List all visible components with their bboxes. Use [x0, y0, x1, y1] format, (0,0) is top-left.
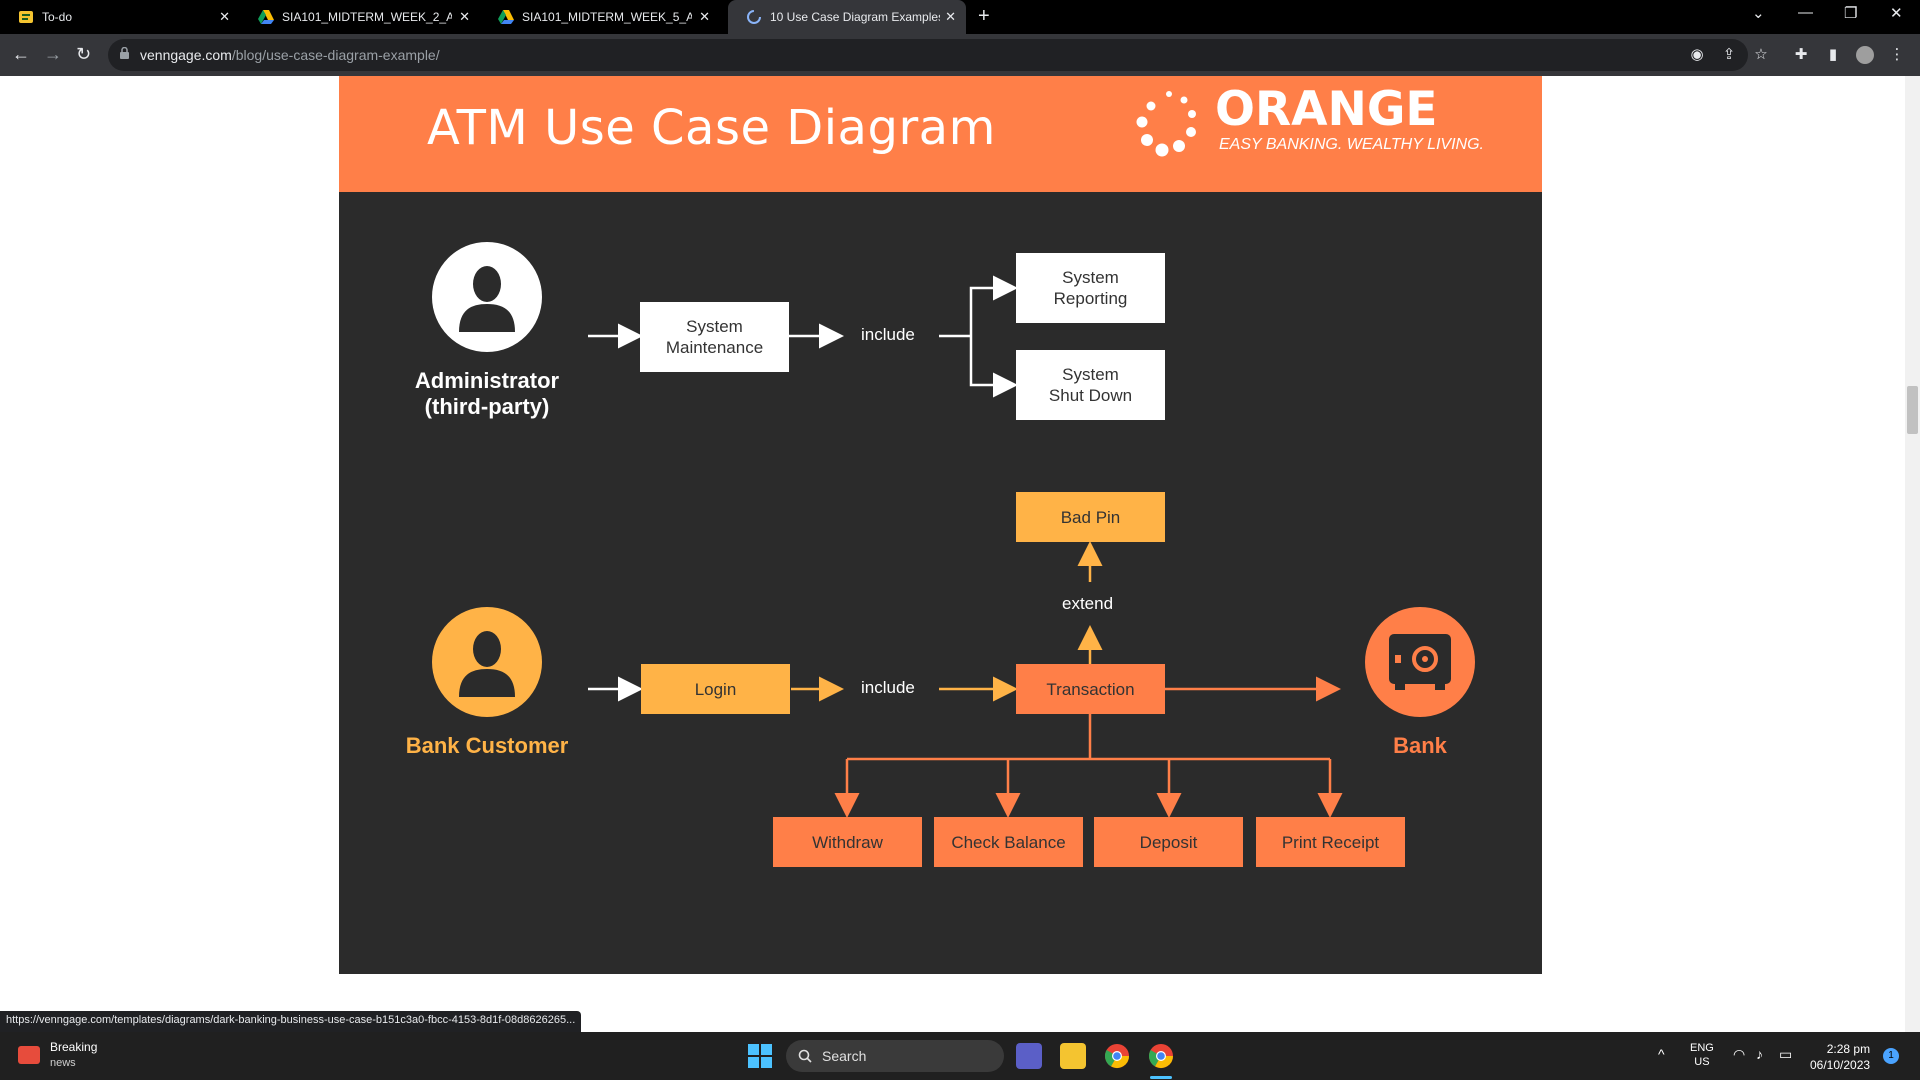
back-icon[interactable]: ← [12, 44, 30, 65]
tab-close-icon[interactable]: ✕ [459, 9, 470, 25]
url-text: venngage.com/blog/use-case-diagram-examp… [140, 47, 440, 63]
loading-favicon-icon [747, 10, 761, 24]
web-page: ATM Use Case Diagram ORANGE EASY BANKING… [0, 76, 1905, 1032]
use-case-bad-pin: Bad Pin [1016, 492, 1165, 542]
file-explorer-icon[interactable] [1060, 1043, 1086, 1069]
tab-title: SIA101_MIDTERM_WEEK_5_ASSI [522, 10, 692, 24]
teams-chat-icon[interactable] [1016, 1043, 1042, 1069]
chrome-profile-icon[interactable] [1148, 1043, 1174, 1069]
chrome-menu-icon[interactable]: ⋮ [1888, 46, 1906, 64]
forward-icon[interactable]: → [44, 44, 62, 65]
include-label-admin: include [861, 325, 915, 344]
news-widget-subtitle: news [50, 1057, 76, 1069]
customer-actor-avatar [432, 607, 542, 717]
windows-start-icon[interactable] [748, 1044, 772, 1068]
volume-icon[interactable]: ♪ [1756, 1047, 1763, 1061]
customer-actor-label: Bank Customer [405, 733, 569, 758]
page-scrollbar[interactable] [1905, 76, 1920, 1032]
scrollbar-thumb[interactable] [1907, 386, 1918, 434]
tab-close-icon[interactable]: ✕ [699, 9, 710, 25]
clock-date: 06/10/2023 [1810, 1058, 1871, 1072]
notification-badge[interactable]: 1 [1883, 1048, 1899, 1064]
extensions-icon[interactable]: ✚ [1792, 46, 1810, 64]
person-icon [459, 631, 515, 697]
tab-week5[interactable]: SIA101_MIDTERM_WEEK_5_ASSI ✕ [480, 0, 720, 34]
tray-overflow-chevron-icon[interactable]: ^ [1658, 1047, 1665, 1061]
use-case-system-shutdown: System Shut Down [1016, 350, 1165, 420]
language-code: ENG [1690, 1042, 1714, 1054]
reload-icon[interactable]: ↻ [76, 44, 91, 65]
admin-actor-label: Administrator (third-party) [414, 368, 560, 419]
bookmark-star-icon[interactable]: ☆ [1752, 46, 1770, 64]
tab-close-icon[interactable]: ✕ [945, 9, 956, 25]
person-icon [459, 266, 515, 332]
url-path: /blog/use-case-diagram-example/ [231, 47, 440, 63]
use-case-withdraw: Withdraw [773, 817, 922, 867]
google-drive-icon [258, 10, 274, 24]
bank-actor-label: Bank [1393, 733, 1447, 758]
tab-title: SIA101_MIDTERM_WEEK_2_ASSI [282, 10, 452, 24]
tab-todo[interactable]: To-do ✕ [0, 0, 240, 34]
region-code: US [1694, 1056, 1710, 1068]
windows-taskbar: Breaking news Search ^ ENG US ◠ ♪ ▭ 2:28… [0, 1032, 1920, 1080]
search-label: Search [822, 1048, 867, 1064]
news-widget-title[interactable]: Breaking [50, 1040, 97, 1054]
search-icon [798, 1049, 812, 1063]
news-widget-icon[interactable] [18, 1046, 40, 1064]
clock-time: 2:28 pm [1826, 1042, 1871, 1056]
clock[interactable]: 2:28 pm 06/10/2023 [1810, 1041, 1870, 1073]
use-case-check-balance: Check Balance [934, 817, 1083, 867]
language-indicator[interactable]: ENG US [1690, 1041, 1714, 1069]
link-hover-status-url: https://venngage.com/templates/diagrams/… [0, 1011, 582, 1032]
arrow-branch-to-shutdown [969, 336, 1018, 398]
google-drive-icon [498, 10, 514, 24]
profile-avatar[interactable] [1856, 46, 1874, 64]
taskbar-search[interactable]: Search [786, 1040, 1004, 1072]
arrow-branch-to-reporting [969, 275, 1018, 336]
todo-favicon-icon [19, 11, 33, 23]
use-case-system-maintenance: System Maintenance [640, 302, 789, 372]
chrome-icon[interactable] [1104, 1043, 1130, 1069]
atm-use-case-diagram[interactable]: ATM Use Case Diagram ORANGE EASY BANKING… [339, 76, 1542, 974]
admin-actor-avatar [432, 242, 542, 352]
side-panel-icon[interactable]: ▮ [1824, 46, 1842, 64]
use-case-system-reporting: System Reporting [1016, 253, 1165, 323]
tab-title: 10 Use Case Diagram Examples ( [770, 10, 940, 24]
tab-search-icon[interactable]: ⌄ [1752, 4, 1765, 22]
close-window-button[interactable]: ✕ [1890, 4, 1903, 22]
safe-vault-icon [1389, 634, 1451, 690]
minimize-button[interactable]: — [1798, 4, 1813, 21]
use-case-print-receipt: Print Receipt [1256, 817, 1405, 867]
address-bar[interactable]: venngage.com/blog/use-case-diagram-examp… [108, 39, 1748, 71]
use-case-login: Login [641, 664, 790, 714]
tab-title: To-do [42, 10, 73, 24]
share-icon[interactable]: ⇪ [1720, 46, 1738, 64]
tab-use-case-diagram[interactable]: 10 Use Case Diagram Examples ( ✕ [728, 0, 966, 34]
use-case-deposit: Deposit [1094, 817, 1243, 867]
use-case-transaction: Transaction [1016, 664, 1165, 714]
battery-icon[interactable]: ▭ [1779, 1047, 1792, 1061]
tab-strip: To-do ✕ SIA101_MIDTERM_WEEK_2_ASSI ✕ SIA… [0, 0, 1920, 34]
bank-actor-avatar [1365, 607, 1475, 717]
active-app-indicator [1150, 1076, 1172, 1079]
include-label-customer: include [861, 678, 915, 697]
url-domain: venngage.com [140, 47, 232, 63]
wifi-icon[interactable]: ◠ [1733, 1047, 1745, 1061]
tab-close-icon[interactable]: ✕ [219, 9, 230, 25]
google-lens-icon[interactable]: ◉ [1688, 46, 1706, 64]
new-tab-button[interactable]: + [978, 5, 990, 28]
restore-button[interactable]: ❐ [1844, 4, 1857, 22]
extend-label: extend [1062, 594, 1114, 613]
browser-toolbar: ← → ↻ venngage.com/blog/use-case-diagram… [0, 34, 1920, 76]
tab-week2[interactable]: SIA101_MIDTERM_WEEK_2_ASSI ✕ [240, 0, 480, 34]
lock-icon [120, 47, 129, 59]
